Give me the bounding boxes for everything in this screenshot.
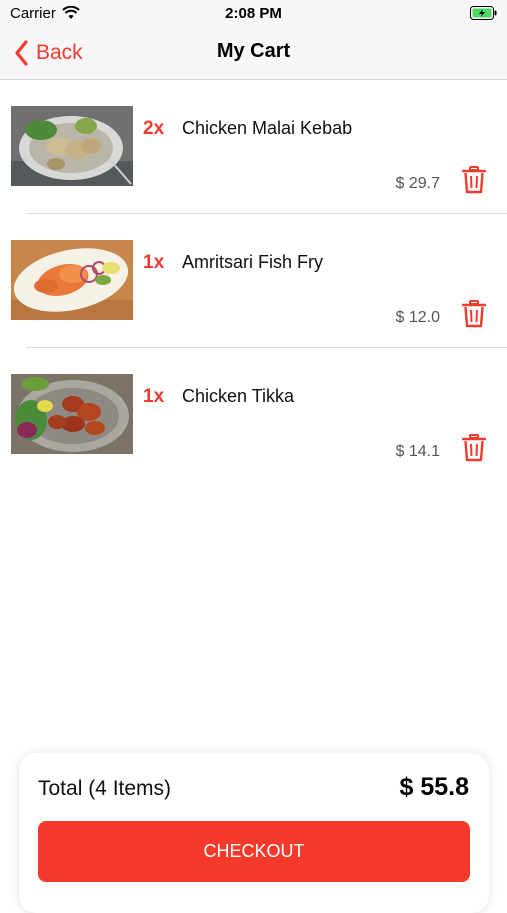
cart-item[interactable]: 1x Amritsari Fish Fry $ 12.0 bbox=[0, 214, 507, 348]
status-bar: Carrier 2:08 PM bbox=[0, 0, 507, 28]
food-image-chicken-tikka bbox=[11, 374, 133, 454]
item-name: Chicken Malai Kebab bbox=[182, 118, 353, 138]
battery-icon bbox=[470, 6, 497, 25]
item-price: $ 14.1 bbox=[395, 443, 440, 460]
item-quantity: 1x bbox=[143, 386, 165, 407]
trash-icon[interactable] bbox=[461, 166, 487, 194]
trash-icon[interactable] bbox=[461, 434, 487, 462]
item-quantity: 2x bbox=[143, 118, 165, 139]
checkout-button[interactable]: CHECKOUT bbox=[38, 821, 470, 882]
order-summary-card: Total (4 Items) $ 55.8 CHECKOUT bbox=[19, 753, 489, 913]
cart-item[interactable]: 2x Chicken Malai Kebab $ 29.7 bbox=[0, 80, 507, 214]
item-name: Chicken Tikka bbox=[182, 386, 295, 406]
item-name: Amritsari Fish Fry bbox=[182, 252, 323, 272]
cart-list: 2x Chicken Malai Kebab $ 29.7 1x Amritsa… bbox=[0, 80, 507, 482]
status-time: 2:08 PM bbox=[225, 5, 282, 22]
total-amount: $ 55.8 bbox=[399, 773, 469, 801]
total-label: Total (4 Items) bbox=[38, 777, 172, 800]
cart-item[interactable]: 1x Chicken Tikka $ 14.1 bbox=[0, 348, 507, 482]
item-price: $ 29.7 bbox=[395, 175, 440, 192]
food-image-amritsari-fish-fry bbox=[11, 240, 133, 320]
food-image-chicken-malai-kebab bbox=[11, 106, 133, 186]
item-quantity: 1x bbox=[143, 252, 165, 273]
page-title: My Cart bbox=[216, 40, 291, 62]
trash-icon[interactable] bbox=[461, 300, 487, 328]
item-price: $ 12.0 bbox=[395, 309, 440, 326]
navigation-bar: Back My Cart bbox=[0, 28, 507, 80]
